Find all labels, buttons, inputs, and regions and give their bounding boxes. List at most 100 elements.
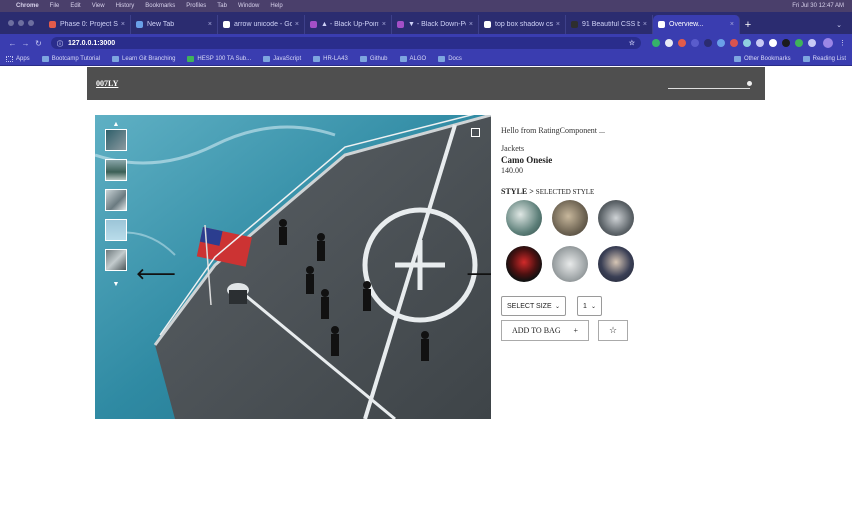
browser-tab[interactable]: top box shadow css...× [479,15,566,34]
search-input[interactable] [668,79,752,89]
style-thumbnail[interactable] [506,200,542,236]
folder-icon [112,55,120,62]
favicon-icon [397,21,404,28]
bookmark-item[interactable]: Github [359,55,388,62]
extension-icon[interactable] [795,39,803,47]
next-image-icon[interactable]: 🡒 [466,264,491,283]
thumbnail-list: ▲ ▼ [104,119,128,289]
bookmark-item[interactable]: HESP 100 TA Sub... [187,55,251,62]
expand-view-icon[interactable] [471,128,480,137]
bookmark-item[interactable]: Docs [438,55,462,62]
address-bar[interactable]: ⓘ 127.0.0.1:3000 ☆ [51,37,641,49]
thumbnails-down-icon[interactable]: ▼ [113,279,120,289]
forward-button[interactable]: → [19,39,32,48]
product-info: Hello from RatingComponent ... Jackets C… [501,126,761,341]
extension-icon[interactable] [743,39,751,47]
tab-title: top box shadow css... [495,21,553,28]
profile-avatar-icon[interactable] [823,38,833,48]
folder-icon [313,55,321,62]
previous-image-icon[interactable]: 🡐 [136,264,176,283]
search-icon[interactable] [747,81,752,86]
menubar-clock[interactable]: Fri Jul 30 12:47 AM [792,3,844,9]
thumbnail[interactable] [105,159,127,181]
favorite-star-button[interactable]: ☆ [598,320,628,341]
size-select[interactable]: SELECT SIZE ⌄ [501,296,566,316]
extension-icon[interactable] [756,39,764,47]
thumbnail[interactable] [105,189,127,211]
style-thumbnail[interactable] [598,246,634,282]
style-thumbnail[interactable] [506,246,542,282]
bookmark-item[interactable]: Bootcamp Tutorial [41,55,100,62]
menu-profiles[interactable]: Profiles [186,3,206,9]
bookmark-item[interactable]: ALGO [399,55,426,62]
menu-file[interactable]: File [50,3,60,9]
extensions-puzzle-icon[interactable] [808,39,816,47]
browser-tab[interactable]: Phase 0: Project Set...× [44,15,131,34]
menu-window[interactable]: Window [238,3,259,9]
browser-tab[interactable]: arrow unicode - Goo...× [218,15,305,34]
back-button[interactable]: ← [6,39,19,48]
site-logo[interactable]: 007LY [96,79,118,88]
browser-tab[interactable]: New Tab × [131,15,218,34]
thumbnail[interactable] [105,219,127,241]
reload-button[interactable]: ↻ [32,39,45,48]
browser-tab[interactable]: ▼ - Black Down-Poin...× [392,15,479,34]
extension-icon[interactable] [704,39,712,47]
close-tab-icon[interactable]: × [121,21,125,28]
menu-history[interactable]: History [116,3,135,9]
product-name: Camo Onesie [501,155,553,165]
menu-edit[interactable]: Edit [70,3,80,9]
close-tab-icon[interactable]: × [208,21,212,28]
tab-title: Phase 0: Project Set... [60,21,118,28]
style-thumbnail[interactable] [552,200,588,236]
add-to-bag-button[interactable]: ADD TO BAG + [501,320,589,341]
chrome-menu-icon[interactable]: ⋮ [839,39,846,47]
close-tab-icon[interactable]: × [730,21,734,28]
extension-icon[interactable] [678,39,686,47]
new-tab-button[interactable]: + [740,19,756,34]
close-tab-icon[interactable]: × [556,21,560,28]
extension-icon[interactable] [652,39,660,47]
url-text: 127.0.0.1:3000 [68,39,116,47]
info-icon[interactable]: ⓘ [57,39,63,48]
rating-component: Hello from RatingComponent ... [501,126,605,135]
close-tab-icon[interactable]: × [469,21,473,28]
menu-help[interactable]: Help [270,3,282,9]
thumbnail[interactable] [105,249,127,271]
browser-tab[interactable]: Overview... × [653,15,740,34]
style-thumbnails [506,200,761,282]
quantity-select[interactable]: 1 ⌄ [577,296,602,316]
close-tab-icon[interactable]: × [382,21,386,28]
browser-tab[interactable]: ▲ - Black Up-Pointin...× [305,15,392,34]
style-thumbnail[interactable] [598,200,634,236]
extension-icon[interactable] [717,39,725,47]
close-tab-icon[interactable]: × [643,21,647,28]
style-thumbnail[interactable] [552,246,588,282]
menu-bookmarks[interactable]: Bookmarks [145,3,175,9]
zoom-window-button[interactable] [28,20,34,26]
menu-view[interactable]: View [92,3,105,9]
tab-title: 91 Beautiful CSS box... [582,21,640,28]
close-window-button[interactable] [8,20,14,26]
bookmark-apps[interactable]: Apps [6,55,30,62]
favicon-icon [223,21,230,28]
other-bookmarks[interactable]: Other Bookmarks [733,55,791,62]
bookmark-star-icon[interactable]: ☆ [629,39,635,47]
close-tab-icon[interactable]: × [295,21,299,28]
tab-search-icon[interactable]: ⌄ [836,21,852,34]
menu-tab[interactable]: Tab [217,3,227,9]
extension-icon[interactable] [730,39,738,47]
browser-tab[interactable]: 91 Beautiful CSS box...× [566,15,653,34]
bookmark-item[interactable]: HR-LA43 [313,55,348,62]
thumbnail[interactable] [105,129,127,151]
menu-chrome[interactable]: Chrome [16,3,39,9]
extension-icon[interactable] [691,39,699,47]
extension-icon[interactable] [665,39,673,47]
extension-icon[interactable] [782,39,790,47]
bookmark-item[interactable]: JavaScript [263,55,301,62]
thumbnails-up-icon[interactable]: ▲ [113,119,120,129]
minimize-window-button[interactable] [18,20,24,26]
reading-list[interactable]: Reading List [802,55,846,62]
bookmark-item[interactable]: Learn Git Branching [112,55,175,62]
extension-icon[interactable] [769,39,777,47]
